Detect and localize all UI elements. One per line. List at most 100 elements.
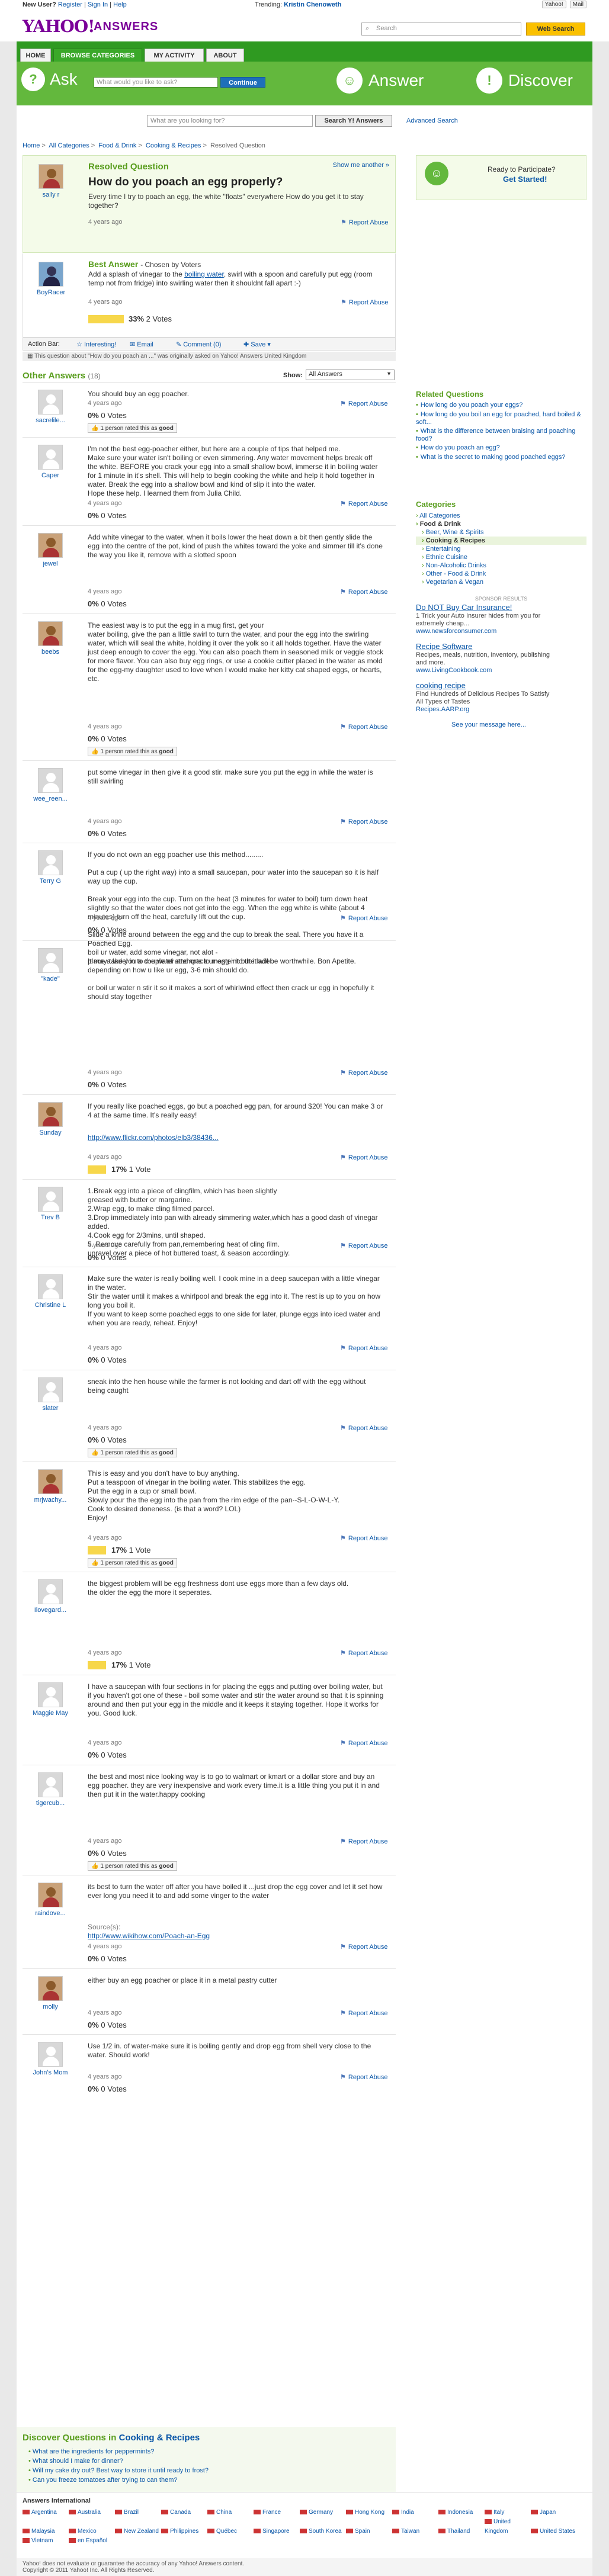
- category-non-alcoholic[interactable]: › Non-Alcoholic Drinks: [416, 561, 586, 570]
- breadcrumb-all-categories[interactable]: All Categories: [49, 142, 89, 149]
- avatar[interactable]: [39, 164, 63, 189]
- country-link[interactable]: New Zealand: [115, 2527, 161, 2536]
- yahoo-home-button[interactable]: Yahoo!: [541, 1, 566, 8]
- avatar[interactable]: [38, 948, 63, 973]
- category-link[interactable]: Ethnic Cuisine: [426, 554, 467, 561]
- avatar[interactable]: [38, 1976, 63, 2001]
- country-name[interactable]: Philippines: [170, 2528, 198, 2535]
- category-food-drink[interactable]: › Food & Drink: [416, 520, 586, 528]
- tab-my-activity[interactable]: MY ACTIVITY: [145, 49, 204, 62]
- report-abuse-link[interactable]: ⚑ Report Abuse: [341, 298, 389, 306]
- avatar[interactable]: [39, 262, 63, 287]
- country-link[interactable]: Canada: [161, 2508, 207, 2517]
- answerer-name[interactable]: slater: [43, 1405, 59, 1412]
- tab-about[interactable]: ABOUT: [206, 49, 244, 62]
- avatar[interactable]: [38, 1102, 63, 1127]
- country-name[interactable]: India: [401, 2509, 414, 2516]
- country-link[interactable]: France: [254, 2508, 300, 2517]
- country-name[interactable]: Québec: [216, 2528, 237, 2535]
- get-started-link[interactable]: Get Started!: [503, 175, 547, 184]
- avatar[interactable]: [38, 390, 63, 415]
- answer-section[interactable]: ☺ Answer: [336, 68, 424, 94]
- report-abuse-link[interactable]: ⚑ Report Abuse: [340, 1649, 388, 1657]
- show-me-another-link[interactable]: Show me another »: [333, 162, 389, 169]
- answerer-name[interactable]: John's Mom: [33, 2069, 68, 2076]
- country-name[interactable]: Italy: [493, 2509, 504, 2516]
- category-link[interactable]: All Categories: [419, 512, 460, 519]
- country-name[interactable]: Singapore: [262, 2528, 290, 2535]
- country-name[interactable]: Malaysia: [31, 2528, 55, 2535]
- ask-question-input[interactable]: What would you like to ask?: [94, 77, 218, 88]
- answer-link[interactable]: http://www.flickr.com/photos/elb3/38436.…: [88, 1133, 219, 1142]
- ad-title-link[interactable]: Do NOT Buy Car Insurance!: [416, 603, 512, 612]
- country-link[interactable]: Singapore: [254, 2527, 300, 2536]
- country-name[interactable]: Canada: [170, 2509, 191, 2516]
- country-name[interactable]: New Zealand: [124, 2528, 159, 2535]
- tab-browse-categories[interactable]: BROWSE CATEGORIES: [53, 49, 142, 62]
- ad-url[interactable]: Recipes.AARP.org: [416, 706, 469, 713]
- answerer-name[interactable]: mrjwachy...: [34, 1496, 67, 1504]
- avatar[interactable]: [38, 621, 63, 646]
- related-question[interactable]: • How do you poach an egg?: [416, 444, 586, 452]
- category-link[interactable]: Vegetarian & Vegan: [426, 579, 483, 586]
- country-name[interactable]: Japan: [540, 2509, 556, 2516]
- advanced-search-link[interactable]: Advanced Search: [406, 117, 458, 124]
- country-link[interactable]: United Kingdom: [485, 2517, 531, 2536]
- country-link[interactable]: Thailand: [438, 2527, 485, 2536]
- category-all[interactable]: › All Categories: [416, 512, 586, 520]
- related-question[interactable]: • What is the secret to making good poach…: [416, 454, 586, 461]
- avatar[interactable]: [38, 1187, 63, 1212]
- country-link[interactable]: Australia: [69, 2508, 115, 2517]
- country-name[interactable]: Taiwan: [401, 2528, 419, 2535]
- country-name[interactable]: Thailand: [447, 2528, 470, 2535]
- best-answerer-name[interactable]: BoyRacer: [37, 289, 65, 296]
- category-link[interactable]: Beer, Wine & Spirits: [426, 529, 484, 536]
- country-name[interactable]: Argentina: [31, 2509, 57, 2516]
- email-button[interactable]: ✉ Email: [130, 341, 153, 348]
- tab-home[interactable]: HOME: [20, 49, 51, 62]
- answers-logo[interactable]: ANSWERS: [94, 20, 158, 34]
- answerer-name[interactable]: Ilovegard...: [34, 1607, 66, 1614]
- country-link[interactable]: Mexico: [69, 2527, 115, 2536]
- avatar[interactable]: [38, 2042, 63, 2067]
- discover-category-link[interactable]: Cooking & Recipes: [119, 2433, 200, 2443]
- report-abuse-link[interactable]: ⚑ Report Abuse: [340, 818, 388, 826]
- report-abuse-link[interactable]: ⚑ Report Abuse: [340, 1534, 388, 1542]
- show-filter-select[interactable]: All Answers ▼: [306, 370, 395, 380]
- header-search-input[interactable]: ⌕ Search: [361, 23, 521, 36]
- avatar[interactable]: [38, 768, 63, 793]
- answerer-name[interactable]: wee_reen...: [33, 795, 67, 802]
- trending-value[interactable]: Kristin Chenoweth: [284, 1, 341, 8]
- country-name[interactable]: en Español: [78, 2538, 107, 2544]
- breadcrumb-food-drink[interactable]: Food & Drink: [98, 142, 136, 149]
- country-link[interactable]: Hong Kong: [346, 2508, 392, 2517]
- country-name[interactable]: France: [262, 2509, 281, 2516]
- country-link[interactable]: Québec: [207, 2527, 254, 2536]
- report-abuse-link[interactable]: ⚑ Report Abuse: [340, 723, 388, 731]
- web-search-button[interactable]: Web Search: [526, 23, 585, 36]
- country-link[interactable]: Germany: [300, 2508, 346, 2517]
- answerer-name[interactable]: jewel: [43, 560, 57, 567]
- save-button[interactable]: ✚ Save ▾: [243, 341, 271, 348]
- related-question[interactable]: • How long do you poach your eggs?: [416, 402, 586, 409]
- report-abuse-link[interactable]: ⚑ Report Abuse: [340, 1344, 388, 1352]
- related-question-link[interactable]: How do you poach an egg?: [421, 444, 500, 451]
- continue-button[interactable]: Continue: [220, 77, 265, 88]
- answer-link[interactable]: http://www.wikihow.com/Poach-an-Egg: [88, 1932, 210, 1940]
- country-name[interactable]: Hong Kong: [355, 2509, 384, 2516]
- asker-name[interactable]: sally r: [43, 191, 60, 198]
- category-link[interactable]: Non-Alcoholic Drinks: [426, 562, 486, 569]
- country-link[interactable]: Taiwan: [392, 2527, 438, 2536]
- sign-in-link[interactable]: Sign In: [88, 1, 108, 8]
- country-link[interactable]: United States: [531, 2527, 577, 2536]
- avatar[interactable]: [38, 1274, 63, 1299]
- discover-question-link[interactable]: What should I make for dinner?: [33, 2458, 123, 2465]
- country-link[interactable]: South Korea: [300, 2527, 346, 2536]
- country-name[interactable]: Spain: [355, 2528, 370, 2535]
- country-link[interactable]: Philippines: [161, 2527, 207, 2536]
- country-link[interactable]: India: [392, 2508, 438, 2517]
- report-abuse-link[interactable]: ⚑ Report Abuse: [340, 1242, 388, 1250]
- discover-section[interactable]: ! Discover: [476, 68, 573, 94]
- answerer-name[interactable]: sacrelile...: [36, 417, 65, 424]
- avatar[interactable]: [38, 1883, 63, 1907]
